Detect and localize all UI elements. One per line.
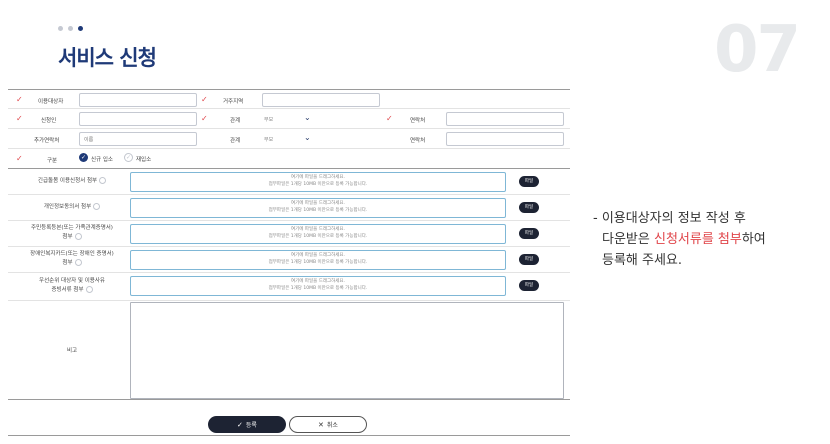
contact-input[interactable] bbox=[446, 112, 564, 126]
remarks-textarea[interactable] bbox=[130, 302, 564, 399]
extra-contact-name-input[interactable]: 이름 bbox=[79, 132, 197, 146]
relation-select[interactable]: 부모 bbox=[264, 136, 273, 143]
chevron-down-icon[interactable]: ⌄ bbox=[304, 133, 311, 142]
extra-contact-label: 추가연락처 bbox=[34, 138, 60, 144]
file-row-label: 우선순위 대상자 및 이용사유 증빙서류 첨부 bbox=[39, 278, 105, 293]
region-input[interactable] bbox=[262, 93, 380, 107]
region-label: 거주지역 bbox=[223, 99, 244, 105]
file-row-privacy-consent: 개인정보동의서 첨부 여기에 파일을 드래그하세요. 첨부파일은 1개당 10MB… bbox=[8, 195, 570, 221]
note-line: 다운받은 신청서류를 첨부하여 bbox=[602, 232, 766, 247]
submit-button[interactable]: ✓ 등록 bbox=[208, 416, 286, 433]
form-actions: ✓ 등록 ✕ 취소 bbox=[208, 416, 367, 433]
required-check-icon: ✓ bbox=[16, 154, 23, 163]
form-row-type: ✓ 구분 ✓ 신규 입소 ✓ 재입소 bbox=[8, 149, 570, 169]
file-row-resident-register: 주민등록등본(또는 가족관계증명서) 첨부 여기에 파일을 드래그하세요. 첨부파일… bbox=[8, 221, 570, 247]
file-row-label: 개인정보동의서 첨부 bbox=[16, 195, 128, 220]
file-drop-zone[interactable]: 여기에 파일을 드래그하세요. 첨부파일은 1개당 10MB 이만으로 등록 가능… bbox=[130, 224, 506, 244]
extra-contact-input[interactable] bbox=[446, 132, 564, 146]
file-drop-zone[interactable]: 여기에 파일을 드래그하세요. 첨부파일은 1개당 10MB 이만으로 등록 가능… bbox=[130, 276, 506, 296]
type-label: 구분 bbox=[47, 158, 58, 164]
page-number: 07 bbox=[714, 13, 801, 87]
note-line: 등록해 주세요. bbox=[602, 253, 683, 268]
file-row-disability-card: 장애인복지카드(또는 장애인 증명서) 첨부 여기에 파일을 드래그하세요. 첨부파… bbox=[8, 247, 570, 273]
file-drop-zone[interactable]: 여기에 파일을 드래그하세요. 첨부파일은 1개당 10MB 이만으로 등록 가능… bbox=[130, 198, 506, 218]
required-check-icon: ✓ bbox=[16, 95, 23, 104]
radio-re-icon[interactable]: ✓ bbox=[124, 153, 133, 162]
file-button[interactable]: 파일 bbox=[519, 280, 539, 291]
cancel-button[interactable]: ✕ 취소 bbox=[289, 416, 367, 433]
relation-select[interactable]: 부모 bbox=[264, 116, 273, 123]
required-check-icon: ✓ bbox=[201, 114, 208, 123]
form-row-remarks: 비고 bbox=[8, 301, 570, 400]
instruction-note: - 이용대상자의 정보 작성 후 다운받은 신청서류를 첨부하여 등록해 주세요… bbox=[593, 208, 823, 271]
required-check-icon: ✓ bbox=[386, 114, 393, 123]
required-check-icon: ✓ bbox=[201, 95, 208, 104]
dot bbox=[68, 26, 73, 31]
target-input[interactable] bbox=[79, 93, 197, 107]
help-icon[interactable] bbox=[74, 233, 82, 240]
file-row-priority-proof: 우선순위 대상자 및 이용사유 증빙서류 첨부 여기에 파일을 드래그하세요. 첨부… bbox=[8, 273, 570, 301]
remarks-label: 비고 bbox=[66, 348, 78, 354]
relation-label: 관계 bbox=[230, 118, 241, 124]
contact-label: 연락처 bbox=[410, 118, 426, 124]
close-icon: ✕ bbox=[318, 420, 324, 429]
help-icon[interactable] bbox=[93, 203, 101, 211]
applicant-label: 신청인 bbox=[41, 118, 57, 124]
applicant-input[interactable] bbox=[79, 112, 197, 126]
required-check-icon: ✓ bbox=[16, 114, 23, 123]
note-line: - 이용대상자의 정보 작성 후 bbox=[593, 211, 746, 226]
file-button[interactable]: 파일 bbox=[519, 254, 539, 265]
contact-label: 연락처 bbox=[410, 138, 426, 144]
cancel-label: 취소 bbox=[326, 422, 338, 429]
file-button[interactable]: 파일 bbox=[519, 228, 539, 239]
divider bbox=[8, 435, 570, 436]
file-button[interactable]: 파일 bbox=[519, 202, 539, 213]
form-row-target: ✓ 이용대상자 ✓ 거주지역 bbox=[8, 89, 570, 109]
target-label: 이용대상자 bbox=[38, 99, 64, 105]
application-form: ✓ 이용대상자 ✓ 거주지역 ✓ 신청인 ✓ 관계 부모 ⌄ ✓ 연락처 추가연… bbox=[8, 89, 570, 400]
chevron-down-icon[interactable]: ⌄ bbox=[304, 113, 311, 122]
dot bbox=[58, 26, 63, 31]
file-drop-zone[interactable]: 여기에 파일을 드래그하세요. 첨부파일은 1개당 10MB 이만으로 등록 가능… bbox=[130, 250, 506, 270]
form-row-applicant: ✓ 신청인 ✓ 관계 부모 ⌄ ✓ 연락처 bbox=[8, 109, 570, 129]
file-row-label: 장애인복지카드(또는 장애인 증명서) 첨부 bbox=[30, 251, 114, 266]
radio-new-icon[interactable]: ✓ bbox=[79, 153, 88, 162]
page-title: 서비스 신청 bbox=[58, 46, 157, 70]
radio-new-label[interactable]: 신규 입소 bbox=[91, 155, 113, 163]
submit-label: 등록 bbox=[245, 422, 257, 429]
relation-label: 관계 bbox=[230, 138, 241, 144]
file-row-emergency-form: 긴급돌봄 이용신청서 첨부 여기에 파일을 드래그하세요. 첨부파일은 1개당 1… bbox=[8, 169, 570, 195]
file-drop-zone[interactable]: 여기에 파일을 드래그하세요. 첨부파일은 1개당 10MB 이만으로 등록 가능… bbox=[130, 172, 506, 192]
file-button[interactable]: 파일 bbox=[519, 176, 539, 187]
note-highlight: 신청서류를 첨부 bbox=[653, 232, 742, 247]
form-row-extra-contact: 추가연락처 이름 관계 부모 ⌄ 연락처 bbox=[8, 129, 570, 149]
file-row-label: 긴급돌봄 이용신청서 첨부 bbox=[16, 169, 128, 194]
check-icon: ✓ bbox=[237, 420, 243, 429]
radio-re-label[interactable]: 재입소 bbox=[136, 155, 151, 163]
help-icon[interactable] bbox=[85, 286, 93, 293]
title-dots bbox=[58, 26, 83, 31]
file-row-label: 주민등록등본(또는 가족관계증명서) 첨부 bbox=[31, 225, 113, 240]
help-icon[interactable] bbox=[99, 177, 107, 185]
help-icon[interactable] bbox=[74, 259, 82, 266]
dot bbox=[78, 26, 83, 31]
